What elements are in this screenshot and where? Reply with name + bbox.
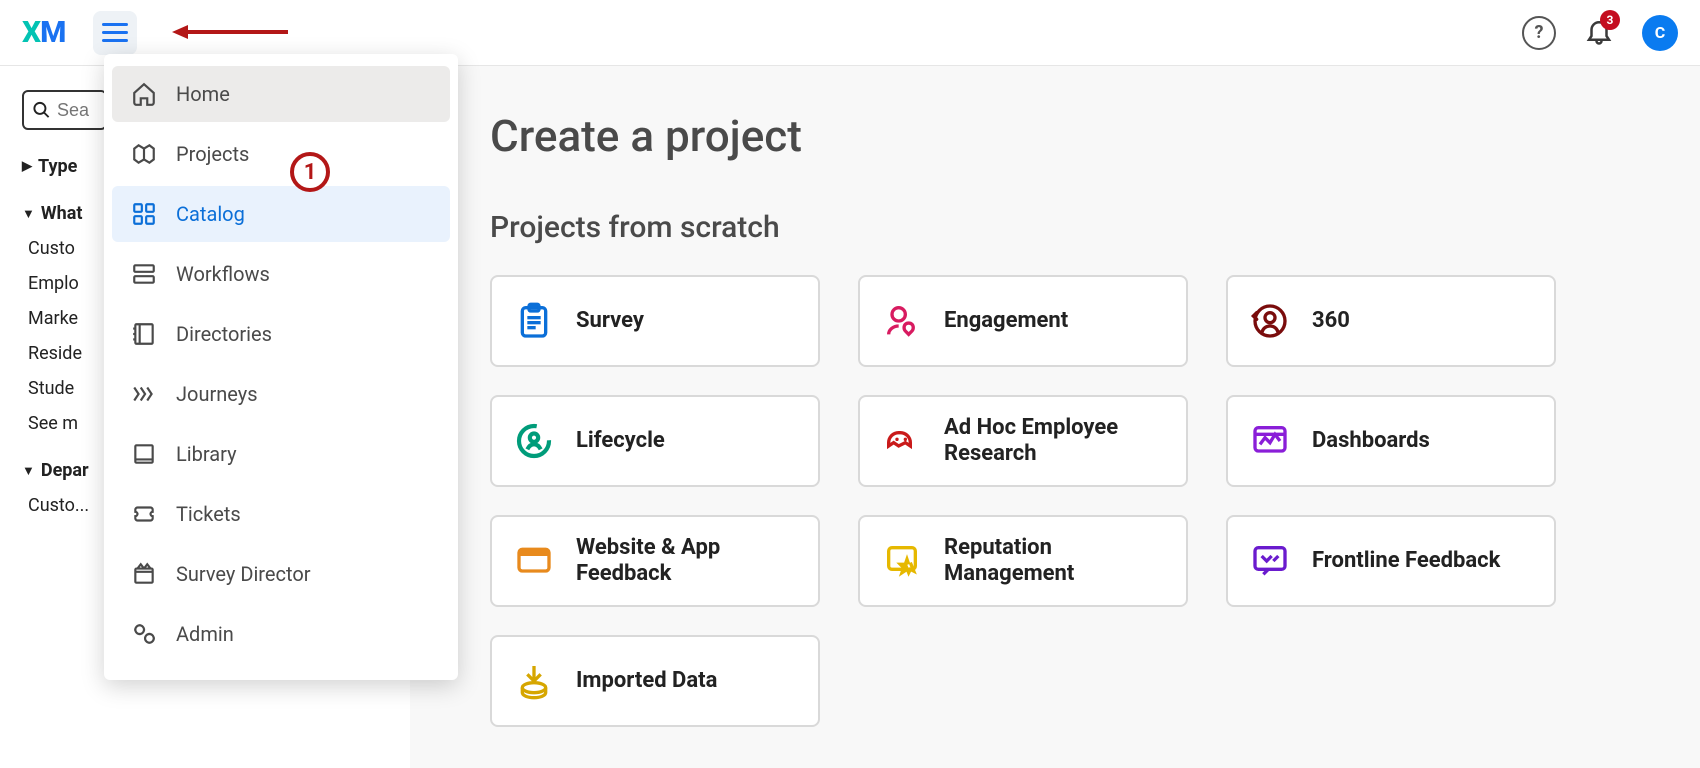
card-label: Website & App Feedback <box>576 535 796 588</box>
library-icon <box>130 441 158 467</box>
menu-label: Tickets <box>176 502 241 526</box>
card-label: Imported Data <box>576 668 717 694</box>
home-icon <box>130 81 158 107</box>
card-label: Reputation Management <box>944 535 1164 588</box>
survey-icon <box>514 301 554 341</box>
tickets-icon <box>130 501 158 527</box>
menu-label: Journeys <box>176 382 258 406</box>
card-frontline-feedback[interactable]: Frontline Feedback <box>1226 515 1556 607</box>
360-icon <box>1250 301 1290 341</box>
card-reputation[interactable]: Reputation Management <box>858 515 1188 607</box>
card-engagement[interactable]: Engagement <box>858 275 1188 367</box>
menu-label: Catalog <box>176 202 245 226</box>
card-lifecycle[interactable]: Lifecycle <box>490 395 820 487</box>
help-button[interactable]: ? <box>1522 16 1556 50</box>
lifecycle-icon <box>514 421 554 461</box>
filter-group-label: Type <box>38 156 77 177</box>
catalog-icon <box>130 201 158 227</box>
card-label: Survey <box>576 308 644 334</box>
card-adhoc-research[interactable]: Ad Hoc Employee Research <box>858 395 1188 487</box>
card-label: Engagement <box>944 308 1068 334</box>
chevron-right-icon: ▶ <box>22 159 32 174</box>
menu-label: Admin <box>176 622 234 646</box>
card-label: Frontline Feedback <box>1312 548 1500 574</box>
menu-item-tickets[interactable]: Tickets <box>112 486 450 542</box>
menu-item-home[interactable]: Home <box>112 66 450 122</box>
imported-data-icon <box>514 661 554 701</box>
search-input[interactable] <box>57 100 97 121</box>
search-input-wrap[interactable] <box>22 90 107 130</box>
chevron-down-icon: ▼ <box>22 463 35 479</box>
admin-icon <box>130 621 158 647</box>
card-label: Ad Hoc Employee Research <box>944 415 1164 468</box>
notification-badge: 3 <box>1600 10 1620 30</box>
filter-group-label: Depar <box>41 460 89 481</box>
workflows-icon <box>130 261 158 287</box>
journeys-icon <box>130 381 158 407</box>
menu-item-projects[interactable]: Projects <box>112 126 450 182</box>
logo: XM <box>22 15 65 50</box>
menu-item-survey-director[interactable]: Survey Director <box>112 546 450 602</box>
menu-item-admin[interactable]: Admin <box>112 606 450 662</box>
projects-icon <box>130 141 158 167</box>
card-imported-data[interactable]: Imported Data <box>490 635 820 727</box>
menu-label: Workflows <box>176 262 270 286</box>
card-label: Dashboards <box>1312 428 1430 454</box>
frontline-icon <box>1250 541 1290 581</box>
directories-icon <box>130 321 158 347</box>
annotation-arrow <box>170 22 290 42</box>
avatar[interactable]: C <box>1642 15 1678 51</box>
main-panel: Create a project Projects from scratch S… <box>430 66 1700 768</box>
menu-item-workflows[interactable]: Workflows <box>112 246 450 302</box>
logo-x: X <box>22 15 40 50</box>
survey-director-icon <box>130 561 158 587</box>
card-360[interactable]: 360 <box>1226 275 1556 367</box>
main-nav-menu: Home Projects Catalog Workflows Director… <box>104 54 458 680</box>
menu-label: Home <box>176 82 230 106</box>
menu-item-directories[interactable]: Directories <box>112 306 450 362</box>
search-icon <box>32 99 51 121</box>
card-label: 360 <box>1312 308 1350 334</box>
card-label: Lifecycle <box>576 428 665 454</box>
dashboards-icon <box>1250 421 1290 461</box>
chevron-down-icon: ▼ <box>22 206 35 222</box>
menu-item-journeys[interactable]: Journeys <box>112 366 450 422</box>
menu-label: Directories <box>176 322 272 346</box>
menu-label: Projects <box>176 142 249 166</box>
logo-m: M <box>40 15 65 50</box>
section-title: Projects from scratch <box>490 210 1640 245</box>
adhoc-icon <box>882 421 922 461</box>
card-survey[interactable]: Survey <box>490 275 820 367</box>
menu-label: Survey Director <box>176 562 311 586</box>
website-feedback-icon <box>514 541 554 581</box>
card-dashboards[interactable]: Dashboards <box>1226 395 1556 487</box>
notifications-button[interactable]: 3 <box>1584 16 1614 50</box>
card-website-feedback[interactable]: Website & App Feedback <box>490 515 820 607</box>
header-actions: ? 3 C <box>1522 15 1678 51</box>
main-menu-button[interactable] <box>93 11 137 55</box>
menu-item-catalog[interactable]: Catalog <box>112 186 450 242</box>
filter-group-label: What <box>41 203 83 224</box>
reputation-icon <box>882 541 922 581</box>
menu-item-library[interactable]: Library <box>112 426 450 482</box>
engagement-icon <box>882 301 922 341</box>
menu-label: Library <box>176 442 237 466</box>
card-grid: Survey Engagement 360 Lifecycle <box>490 275 1640 727</box>
page-title: Create a project <box>490 110 1640 162</box>
